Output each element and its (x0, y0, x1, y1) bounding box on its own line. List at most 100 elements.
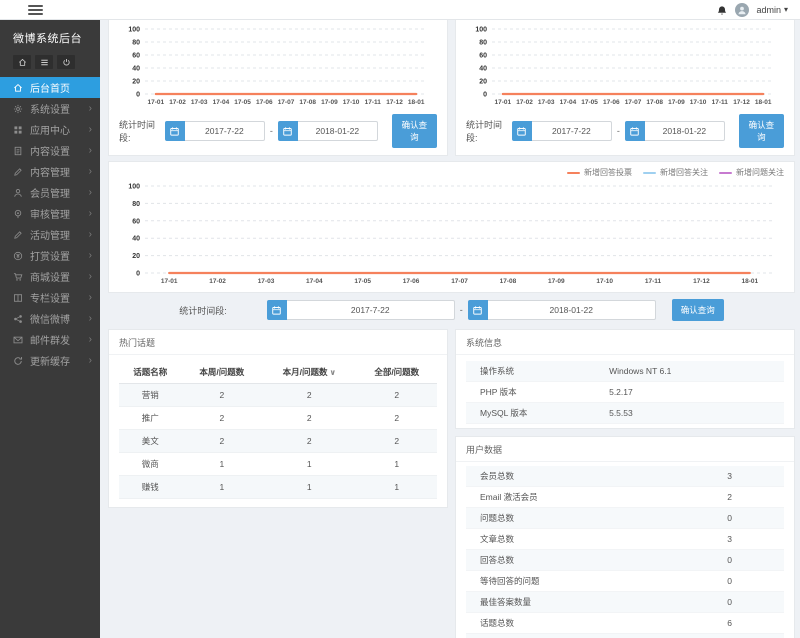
legend-item[interactable]: 新增问题关注 (719, 167, 784, 178)
y-axis-tick-label: 80 (479, 40, 487, 47)
user-data-panel: 用户数据 会员总数3Email 激活会员2问题总数0文章总数3回答总数0等待回答… (455, 436, 795, 638)
stat-label: 操作系统 (466, 361, 609, 382)
home-icon[interactable] (13, 55, 31, 69)
calendar-icon[interactable] (267, 300, 287, 320)
stat-value: 0 (636, 550, 784, 571)
hot-topics-column-header[interactable]: 话题名称 (119, 361, 182, 384)
sidebar-item-system-settings[interactable]: 系统设置› (0, 98, 100, 119)
interaction-chart-card: 新增回答投票 新增回答关注新增问题关注 02040608010017-0117-0… (108, 161, 795, 293)
sidebar-item-label: 后台首页 (30, 80, 70, 95)
sidebar-toggle-icon[interactable] (28, 3, 43, 17)
coin-icon (13, 250, 24, 261)
x-axis-tick-label: 17-09 (668, 99, 685, 106)
sidebar-item-review-manage[interactable]: 审核管理› (0, 203, 100, 224)
legend-item[interactable]: 新增回答投票 (567, 167, 632, 178)
end-date-input[interactable] (298, 121, 378, 141)
hot-topics-column-header[interactable]: 全部/问题数 (357, 361, 438, 384)
chevron-right-icon: › (89, 125, 92, 135)
sort-caret-icon: ∨ (329, 368, 336, 377)
menu-icon[interactable] (35, 55, 53, 69)
calendar-icon[interactable] (165, 121, 185, 141)
sidebar-item-content-settings[interactable]: 内容设置› (0, 140, 100, 161)
x-axis-tick-label: 17-12 (386, 99, 403, 106)
x-axis-tick-label: 17-06 (603, 99, 620, 106)
stat-value: 3 (636, 634, 784, 638)
sidebar-item-wechat-weibo[interactable]: 微信微博› (0, 308, 100, 329)
end-date-input[interactable] (645, 121, 725, 141)
x-axis-tick-label: 17-01 (494, 99, 511, 106)
table-cell: 2 (182, 430, 262, 453)
user-icon (13, 187, 24, 198)
y-axis-tick-label: 0 (136, 92, 140, 99)
x-axis-tick-label: 17-08 (500, 278, 517, 285)
sidebar-item-activity-manage[interactable]: 活动管理› (0, 224, 100, 245)
confirm-query-button[interactable]: 确认查询 (739, 114, 784, 148)
user-data-title: 用户数据 (456, 437, 794, 462)
x-axis-tick-label: 18-01 (408, 99, 425, 106)
legend-label: 新增回答关注 (660, 167, 708, 178)
table-row: 营销222 (119, 384, 437, 407)
sidebar-item-mail-send[interactable]: 邮件群发› (0, 329, 100, 350)
stat-label: 等待回答的问题 (466, 571, 636, 592)
sidebar-item-label: 系统设置 (30, 101, 70, 116)
system-info-panel: 系统信息 操作系统Windows NT 6.1PHP 版本5.2.17MySQL… (455, 329, 795, 429)
chevron-right-icon: › (89, 188, 92, 198)
table-row: Email 激活会员2 (466, 487, 784, 508)
hot-topics-column-header[interactable]: 本月/问题数∨ (262, 361, 356, 384)
app-title: 微博系统后台 (0, 20, 100, 53)
columns-icon (13, 292, 24, 303)
x-axis-tick-label: 17-01 (161, 278, 178, 285)
sidebar-item-home[interactable]: 后台首页 (0, 77, 100, 98)
confirm-query-button[interactable]: 确认查询 (672, 299, 724, 321)
table-cell: 2 (357, 384, 438, 407)
y-axis-tick-label: 40 (132, 66, 140, 73)
avatar[interactable] (735, 3, 749, 17)
sidebar-item-app-center[interactable]: 应用中心 › (0, 119, 100, 140)
x-axis-tick-label: 18-01 (755, 99, 772, 106)
x-axis-tick-label: 17-01 (147, 99, 164, 106)
table-row: 回答总数0 (466, 550, 784, 571)
start-date-input[interactable] (287, 300, 455, 320)
end-date-input[interactable] (488, 300, 656, 320)
table-cell: 2 (182, 384, 262, 407)
x-axis-tick-label: 17-03 (538, 99, 555, 106)
sidebar-item-label: 专栏设置 (30, 290, 70, 305)
chart-canvas: 02040608010017-0117-0217-0317-0417-0517-… (119, 180, 784, 286)
power-icon[interactable] (57, 55, 75, 69)
user-menu[interactable]: admin ▾ (756, 5, 788, 15)
start-date-input[interactable] (185, 121, 265, 141)
legend-item[interactable]: 新增回答关注 (643, 167, 708, 178)
calendar-icon[interactable] (468, 300, 488, 320)
chevron-right-icon: › (89, 293, 92, 303)
filter-label: 统计时间段: (119, 118, 157, 144)
sidebar-item-label: 微信微博 (30, 311, 70, 326)
sidebar-item-reward-settings[interactable]: 打赏设置› (0, 245, 100, 266)
calendar-icon[interactable] (625, 121, 645, 141)
x-axis-tick-label: 17-06 (256, 99, 273, 106)
stat-value: 0 (636, 571, 784, 592)
calendar-icon[interactable] (512, 121, 532, 141)
calendar-icon[interactable] (278, 121, 298, 141)
sidebar-item-member-manage[interactable]: 会员管理› (0, 182, 100, 203)
notifications-bell-icon[interactable] (716, 4, 728, 16)
hot-topics-panel: 热门话题 话题名称本周/问题数本月/问题数∨全部/问题数 营销222推广222美… (108, 329, 448, 508)
x-axis-tick-label: 17-07 (451, 278, 468, 285)
confirm-query-button[interactable]: 确认查询 (392, 114, 437, 148)
table-row: 问题总数0 (466, 508, 784, 529)
sidebar-item-label: 应用中心 (30, 122, 70, 137)
sidebar-item-column-settings[interactable]: 专栏设置 › (0, 287, 100, 308)
start-date-input[interactable] (532, 121, 612, 141)
date-separator: - (617, 126, 620, 136)
sidebar-item-content-manage[interactable]: 内容管理› (0, 161, 100, 182)
table-cell: 1 (182, 476, 262, 499)
sidebar-item-shop-settings[interactable]: 商城设置› (0, 266, 100, 287)
stat-value: 2 (636, 487, 784, 508)
sidebar-item-label: 内容设置 (30, 143, 70, 158)
date-separator: - (270, 126, 273, 136)
hot-topics-table: 话题名称本周/问题数本月/问题数∨全部/问题数 营销222推广222美文222微… (119, 361, 437, 499)
chevron-right-icon: › (89, 167, 92, 177)
hot-topics-column-header[interactable]: 本周/问题数 (182, 361, 262, 384)
sidebar-item-update-cache[interactable]: 更新缓存› (0, 350, 100, 371)
user-name: admin (756, 5, 781, 15)
share-icon (13, 313, 24, 324)
